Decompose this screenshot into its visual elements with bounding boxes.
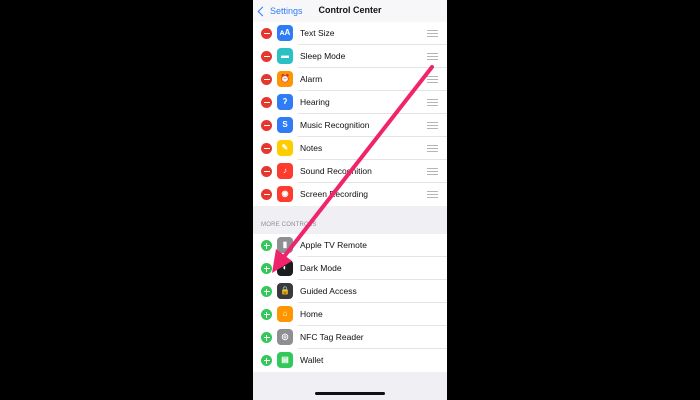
control-label: Music Recognition [300,120,370,130]
home-indicator [315,392,385,395]
add-button[interactable] [261,286,272,297]
screenshot-stage: Settings Control Center ᴀA Text Size ▬ S… [0,0,700,400]
control-row-nfc-tag-reader: ◎ NFC Tag Reader [253,326,447,349]
wallet-icon: ▤ [277,352,293,368]
control-label: Hearing [300,97,330,107]
control-label: Apple TV Remote [300,240,367,250]
control-label: Notes [300,143,323,153]
remove-button[interactable] [261,120,272,131]
minus-icon [263,147,270,150]
remove-button[interactable] [261,97,272,108]
minus-icon [263,78,270,81]
included-controls-list: ᴀA Text Size ▬ Sleep Mode ⏰ Alarm ʔ Hear… [253,22,447,206]
navigation-bar: Settings Control Center [253,0,447,23]
control-row-alarm: ⏰ Alarm [253,68,447,91]
remove-button[interactable] [261,74,272,85]
control-row-guided-access: 🔒 Guided Access [253,280,447,303]
control-row-dark-mode: ◐ Dark Mode [253,257,447,280]
reorder-handle-icon[interactable] [427,53,438,60]
bed-icon: ▬ [277,48,293,64]
page-title: Control Center [318,5,382,15]
reorder-handle-icon[interactable] [427,145,438,152]
remove-button[interactable] [261,51,272,62]
reorder-handle-icon[interactable] [427,191,438,198]
minus-icon [263,170,270,173]
record-icon: ◉ [277,186,293,202]
control-label: Screen Recording [300,189,369,199]
control-row-notes: ✎ Notes [253,137,447,160]
add-button[interactable] [261,332,272,343]
remove-button[interactable] [261,28,272,39]
lock-icon: 🔒 [277,283,293,299]
control-row-text-size: ᴀA Text Size [253,22,447,45]
control-row-apple-tv-remote: ▮ Apple TV Remote [253,234,447,257]
dark-mode-icon: ◐ [277,260,293,276]
notes-icon: ✎ [277,140,293,156]
control-label: Text Size [300,28,335,38]
reorder-handle-icon[interactable] [427,30,438,37]
alarm-clock-icon: ⏰ [277,71,293,87]
control-row-wallet: ▤ Wallet [253,349,447,372]
control-label: Wallet [300,355,324,365]
add-button[interactable] [261,263,272,274]
remove-button[interactable] [261,143,272,154]
reorder-handle-icon[interactable] [427,168,438,175]
add-button[interactable] [261,355,272,366]
control-label: Sleep Mode [300,51,346,61]
remove-button[interactable] [261,166,272,177]
reorder-handle-icon[interactable] [427,122,438,129]
shazam-icon: S [277,117,293,133]
reorder-handle-icon[interactable] [427,76,438,83]
minus-icon [263,124,270,127]
control-label: Dark Mode [300,263,342,273]
control-row-music-recognition: S Music Recognition [253,114,447,137]
control-label: Sound Recognition [300,166,372,176]
control-label: Home [300,309,323,319]
control-label: Guided Access [300,286,357,296]
control-row-sleep-mode: ▬ Sleep Mode [253,45,447,68]
home-icon: ⌂ [277,306,293,322]
remove-button[interactable] [261,189,272,200]
control-row-home: ⌂ Home [253,303,447,326]
ear-icon: ʔ [277,94,293,110]
control-row-screen-recording: ◉ Screen Recording [253,183,447,206]
minus-icon [263,193,270,196]
add-button[interactable] [261,309,272,320]
control-label: Alarm [300,74,323,84]
reorder-handle-icon[interactable] [427,99,438,106]
sound-recognition-icon: ♪ [277,163,293,179]
remote-icon: ▮ [277,237,293,253]
minus-icon [263,32,270,35]
more-controls-header: MORE CONTROLS [261,222,317,228]
phone-screen: Settings Control Center ᴀA Text Size ▬ S… [253,0,447,400]
control-row-sound-recognition: ♪ Sound Recognition [253,160,447,183]
control-row-hearing: ʔ Hearing [253,91,447,114]
nfc-icon: ◎ [277,329,293,345]
minus-icon [263,55,270,58]
control-label: NFC Tag Reader [300,332,364,342]
more-controls-list: ▮ Apple TV Remote ◐ Dark Mode 🔒 Guided A… [253,234,447,372]
add-button[interactable] [261,240,272,251]
text-size-icon: ᴀA [277,25,293,41]
minus-icon [263,101,270,104]
